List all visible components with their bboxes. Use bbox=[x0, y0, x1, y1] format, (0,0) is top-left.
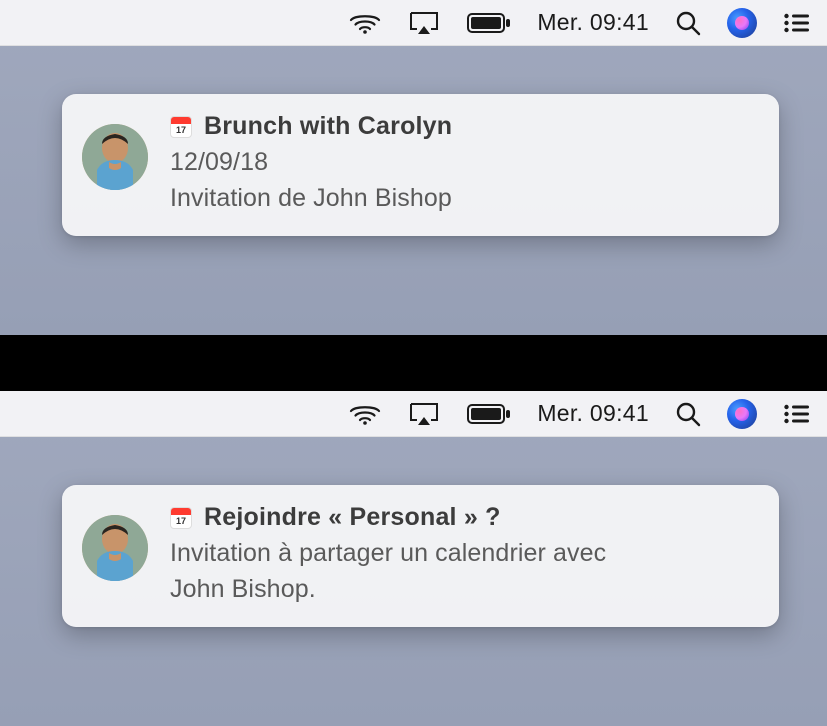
spotlight-search-icon[interactable] bbox=[675, 401, 701, 427]
airplay-icon[interactable] bbox=[407, 10, 441, 36]
avatar bbox=[82, 124, 148, 190]
wifi-icon[interactable] bbox=[349, 11, 381, 35]
battery-icon[interactable] bbox=[467, 12, 511, 34]
notification-title: Brunch with Carolyn bbox=[204, 112, 452, 141]
airplay-icon[interactable] bbox=[407, 401, 441, 427]
notification-center-icon[interactable] bbox=[783, 12, 809, 34]
notification-event-invite[interactable]: Brunch with Carolyn 12/09/18 Invitation … bbox=[62, 94, 779, 236]
notification-body-line2: John Bishop. bbox=[170, 572, 753, 608]
menubar-top: Mer. 09:41 bbox=[0, 0, 827, 46]
screenshot-bottom: Mer. 09:41 bbox=[0, 391, 827, 726]
siri-icon[interactable] bbox=[727, 399, 757, 429]
screenshot-top: Mer. 09:41 bbox=[0, 0, 827, 335]
menubar-datetime[interactable]: Mer. 09:41 bbox=[537, 400, 649, 427]
notification-inviter: Invitation de John Bishop bbox=[170, 181, 753, 217]
notification-center-icon[interactable] bbox=[783, 403, 809, 425]
battery-icon[interactable] bbox=[467, 403, 511, 425]
menubar-datetime[interactable]: Mer. 09:41 bbox=[537, 9, 649, 36]
divider bbox=[0, 335, 827, 391]
notification-body-line1: Invitation à partager un calendrier avec bbox=[170, 536, 753, 572]
notification-title: Rejoindre « Personal » ? bbox=[204, 503, 501, 532]
spotlight-search-icon[interactable] bbox=[675, 10, 701, 36]
notification-content: Rejoindre « Personal » ? Invitation à pa… bbox=[170, 503, 753, 607]
avatar bbox=[82, 515, 148, 581]
siri-icon[interactable] bbox=[727, 8, 757, 38]
notification-date: 12/09/18 bbox=[170, 145, 753, 181]
notification-calendar-share[interactable]: Rejoindre « Personal » ? Invitation à pa… bbox=[62, 485, 779, 627]
notification-content: Brunch with Carolyn 12/09/18 Invitation … bbox=[170, 112, 753, 216]
calendar-app-icon bbox=[170, 507, 192, 529]
wifi-icon[interactable] bbox=[349, 402, 381, 426]
calendar-app-icon bbox=[170, 116, 192, 138]
menubar-bottom: Mer. 09:41 bbox=[0, 391, 827, 437]
